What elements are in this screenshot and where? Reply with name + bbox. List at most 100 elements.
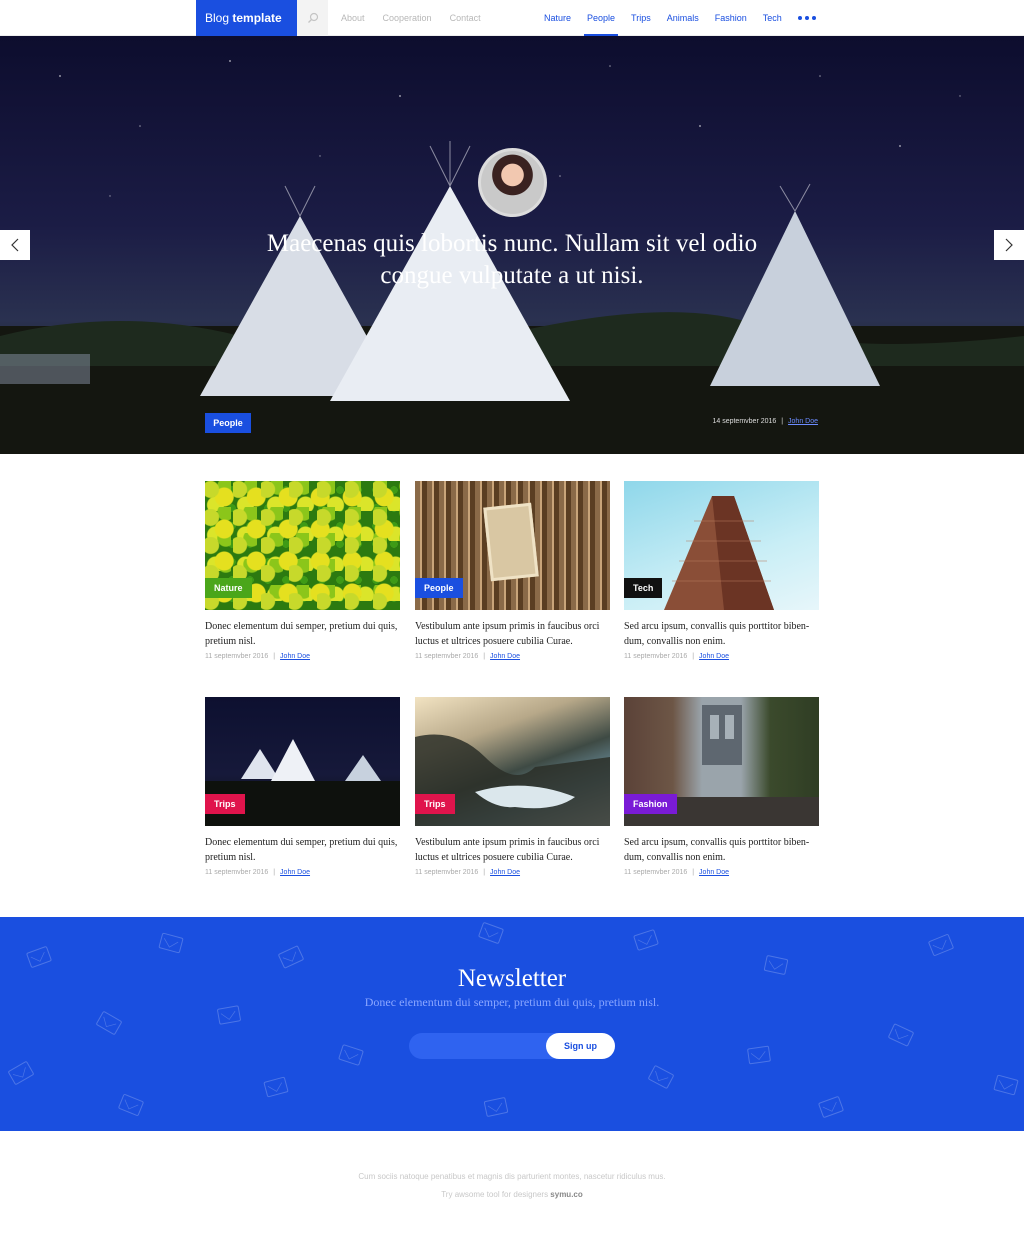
envelope-icon <box>117 1093 145 1117</box>
chevron-right-icon <box>1005 238 1013 252</box>
post-image[interactable]: Nature <box>205 481 400 610</box>
search-button[interactable] <box>297 0 328 36</box>
nav-about[interactable]: About <box>341 0 365 36</box>
nav-fashion[interactable]: Fashion <box>715 0 747 36</box>
hero-date: 14 septemvber 2016 <box>712 418 777 425</box>
post-meta: 11 septemvber 2016 | John Doe <box>624 869 819 876</box>
nav-animals[interactable]: Animals <box>667 0 699 36</box>
post-meta: 11 septemvber 2016 | John Doe <box>624 653 819 660</box>
envelope-icon <box>746 1045 772 1065</box>
envelope-icon <box>483 1096 509 1118</box>
post-meta: 11 septemvber 2016 | John Doe <box>415 653 610 660</box>
post-category-tag[interactable]: Trips <box>415 794 455 814</box>
post-image[interactable]: Fashion <box>624 697 819 826</box>
nav-categories: Nature People Trips Animals Fashion Tech <box>544 0 798 36</box>
post-category-tag[interactable]: Trips <box>205 794 245 814</box>
more-menu-icon[interactable] <box>798 16 816 20</box>
post-author-link[interactable]: John Doe <box>490 653 520 660</box>
post-date: 11 septemvber 2016 <box>624 653 688 660</box>
brand-bold-text: template <box>232 11 282 25</box>
post-date: 11 septemvber 2016 <box>415 653 479 660</box>
post-author-link[interactable]: John Doe <box>280 653 310 660</box>
post-author-link[interactable]: John Doe <box>699 869 729 876</box>
footer-credit: Try awsome tool for designers symu.co <box>0 1190 1024 1199</box>
hero-category-tag[interactable]: People <box>205 413 251 433</box>
post-image[interactable]: People <box>415 481 610 610</box>
post-date: 11 septemvber 2016 <box>415 869 479 876</box>
post-card[interactable]: Trips Donec elementum dui semper, pretiu… <box>205 697 400 876</box>
post-card[interactable]: Tech Sed arcu ipsum, convallis quis port… <box>624 481 819 660</box>
post-author-link[interactable]: John Doe <box>280 869 310 876</box>
envelope-icon <box>633 928 659 952</box>
meta-separator: | <box>781 418 784 425</box>
top-navigation-bar: Blog template About Cooperation Contact … <box>0 0 1024 36</box>
meta-separator: | <box>273 869 276 876</box>
post-date: 11 septemvber 2016 <box>205 653 269 660</box>
post-author-link[interactable]: John Doe <box>699 653 729 660</box>
meta-separator: | <box>273 653 276 660</box>
envelope-icon <box>263 1076 289 1098</box>
post-card[interactable]: Nature Donec elementum dui semper, preti… <box>205 481 400 660</box>
nav-trips[interactable]: Trips <box>631 0 651 36</box>
post-image[interactable]: Trips <box>415 697 610 826</box>
post-card[interactable]: Fashion Sed arcu ipsum, convallis quis p… <box>624 697 819 876</box>
envelope-icon <box>887 1023 915 1047</box>
post-image[interactable]: Tech <box>624 481 819 610</box>
envelope-icon <box>927 933 955 957</box>
post-title[interactable]: Donec elementum dui semper, pretium dui … <box>205 619 400 649</box>
author-avatar <box>478 148 547 217</box>
post-category-tag[interactable]: Tech <box>624 578 663 598</box>
post-title[interactable]: Vestibulum ante ipsum primis in faucibus… <box>415 835 610 865</box>
photo-frame <box>483 502 539 582</box>
nav-contact[interactable]: Contact <box>450 0 481 36</box>
nav-cooperation[interactable]: Cooperation <box>383 0 432 36</box>
email-field[interactable] <box>409 1033 569 1059</box>
envelope-icon <box>817 1095 845 1119</box>
post-category-tag[interactable]: Fashion <box>624 794 677 814</box>
meta-separator: | <box>692 869 695 876</box>
sign-up-button[interactable]: Sign up <box>546 1033 615 1059</box>
newsletter-subtitle: Donec elementum dui semper, pretium dui … <box>364 995 660 1009</box>
footer-text: Cum sociis natoque penatibus et magnis d… <box>358 1172 666 1181</box>
nav-nature[interactable]: Nature <box>544 0 571 36</box>
footer-credit-link[interactable]: symu.co <box>550 1190 582 1199</box>
post-meta: 11 septemvber 2016 | John Doe <box>205 869 400 876</box>
post-author-link[interactable]: John Doe <box>490 869 520 876</box>
newsletter-section: Newsletter Donec elementum dui semper, p… <box>0 917 1024 1131</box>
post-date: 11 septemvber 2016 <box>205 869 269 876</box>
nav-tech[interactable]: Tech <box>763 0 782 36</box>
hero-author-link[interactable]: John Doe <box>788 418 818 425</box>
post-meta: 11 septemvber 2016 | John Doe <box>415 869 610 876</box>
envelope-icon <box>647 1064 675 1090</box>
slider-next-button[interactable] <box>994 230 1024 260</box>
post-category-tag[interactable]: Nature <box>205 578 252 598</box>
post-title[interactable]: Sed arcu ipsum, convallis quis porttitor… <box>624 619 819 649</box>
post-category-tag[interactable]: People <box>415 578 463 598</box>
hero-slider: Maecenas quis lobortis nunc. Nullam sit … <box>0 36 1024 454</box>
envelope-icon <box>158 932 184 954</box>
search-icon <box>307 12 318 23</box>
post-title[interactable]: Donec elementum dui semper, pretium dui … <box>205 835 400 865</box>
post-meta: 11 septemvber 2016 | John Doe <box>205 653 400 660</box>
nav-pages: About Cooperation Contact <box>341 0 499 36</box>
envelope-icon <box>7 1060 35 1086</box>
post-card[interactable]: Trips Vestibulum ante ipsum primis in fa… <box>415 697 610 876</box>
hero-quote: Maecenas quis lobortis nunc. Nullam sit … <box>266 230 758 289</box>
brand-logo[interactable]: Blog template <box>196 0 297 36</box>
meta-separator: | <box>483 653 486 660</box>
post-card[interactable]: People Vestibulum ante ipsum primis in f… <box>415 481 610 660</box>
envelope-icon <box>95 1010 123 1036</box>
newsletter-title: Newsletter <box>457 965 567 992</box>
slider-prev-button[interactable] <box>0 230 30 260</box>
post-image[interactable]: Trips <box>205 697 400 826</box>
post-title[interactable]: Sed arcu ipsum, convallis quis porttitor… <box>624 835 819 865</box>
meta-separator: | <box>692 653 695 660</box>
brand-light-text: Blog <box>205 11 233 25</box>
envelope-icon <box>338 1043 364 1067</box>
footer-credit-text: Try awsome tool for designers <box>441 1190 551 1199</box>
chevron-left-icon <box>11 238 19 252</box>
post-date: 11 septemvber 2016 <box>624 869 688 876</box>
nav-people[interactable]: People <box>584 0 619 36</box>
hero-meta: 14 septemvber 2016 | John Doe <box>712 418 818 425</box>
post-title[interactable]: Vestibulum ante ipsum primis in faucibus… <box>415 619 610 649</box>
